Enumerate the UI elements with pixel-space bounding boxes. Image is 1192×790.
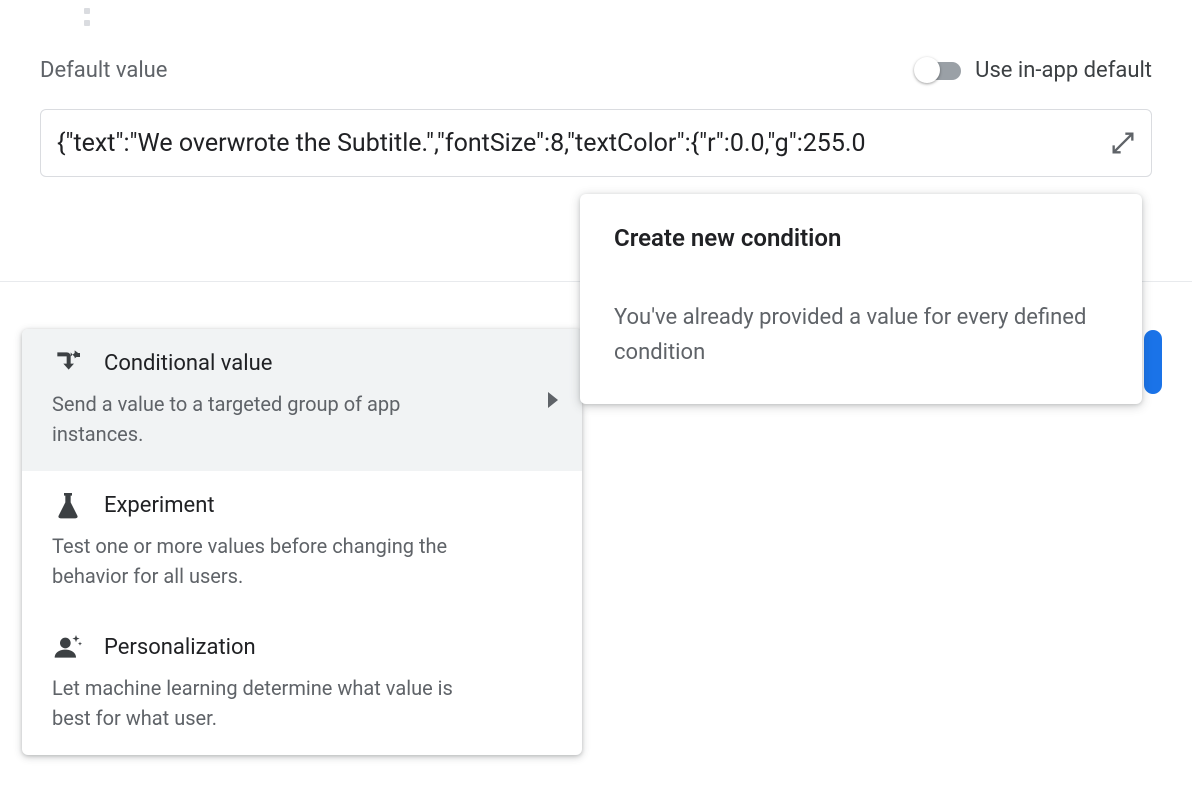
default-value-label: Default value <box>40 58 167 83</box>
option-description: Let machine learning determine what valu… <box>52 673 472 733</box>
toggle-knob <box>914 57 940 83</box>
option-description: Send a value to a targeted group of app … <box>52 389 472 449</box>
drag-handle[interactable] <box>84 8 1152 26</box>
chevron-right-icon <box>548 392 558 408</box>
drag-dots-icon <box>84 8 90 26</box>
option-experiment[interactable]: Experiment Test one or more values befor… <box>22 471 582 613</box>
option-title: Personalization <box>104 635 256 660</box>
button-behind <box>1144 330 1162 394</box>
option-title: Conditional value <box>104 351 272 376</box>
personalization-icon <box>52 631 84 663</box>
add-value-options-menu: Conditional value Send a value to a targ… <box>22 329 582 755</box>
option-title: Experiment <box>104 493 215 518</box>
default-value-input[interactable] <box>57 129 1099 158</box>
conditional-icon <box>52 347 84 379</box>
default-value-field[interactable] <box>40 109 1152 177</box>
expand-icon[interactable] <box>1109 129 1137 157</box>
tooltip-title: Create new condition <box>614 224 1108 252</box>
use-in-app-default-toggle[interactable] <box>917 62 961 80</box>
option-conditional-value[interactable]: Conditional value Send a value to a targ… <box>22 329 582 471</box>
experiment-icon <box>52 489 84 521</box>
tooltip-body: You've already provided a value for ever… <box>614 300 1108 370</box>
option-description: Test one or more values before changing … <box>52 531 472 591</box>
use-in-app-default-label: Use in-app default <box>975 58 1152 83</box>
option-personalization[interactable]: Personalization Let machine learning det… <box>22 613 582 755</box>
create-condition-tooltip: Create new condition You've already prov… <box>580 194 1142 404</box>
